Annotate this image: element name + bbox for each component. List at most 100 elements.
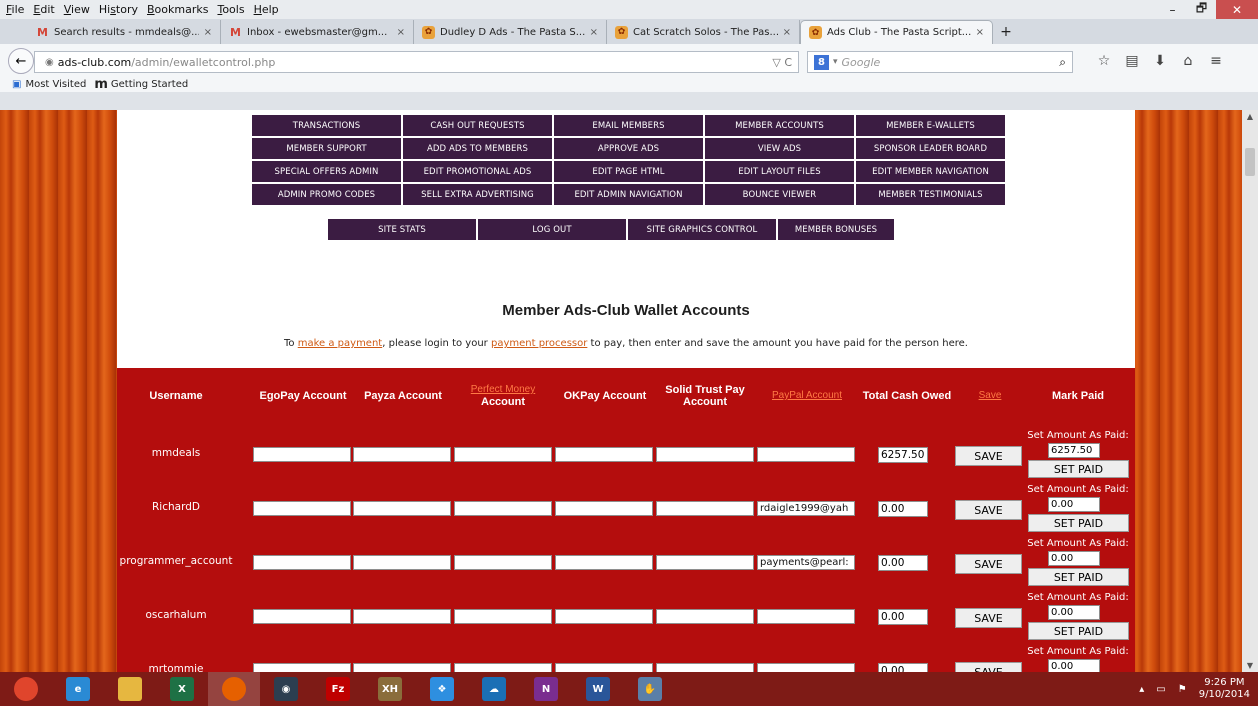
browser-tab[interactable]: ✿ Dudley D Ads - The Pasta S... × (414, 20, 607, 44)
perfectmoney-input[interactable] (454, 555, 552, 570)
menu-item[interactable]: Bookmarks (147, 3, 208, 16)
bookmark-getting-started[interactable]: m Getting Started (94, 77, 188, 92)
total-owed-input[interactable]: 0.00 (878, 501, 928, 517)
perfectmoney-input[interactable] (454, 663, 552, 672)
set-paid-button[interactable]: SET PAID (1028, 622, 1129, 640)
taskbar-app[interactable]: XH (364, 672, 416, 706)
bookmark-most-visited[interactable]: ▣ Most Visited (12, 79, 86, 90)
taskbar-app[interactable]: ◉ (260, 672, 312, 706)
solidtrust-input[interactable] (656, 447, 754, 462)
admin-menu-button[interactable]: MEMBER SUPPORT (252, 138, 401, 159)
save-button[interactable]: SAVE (955, 554, 1022, 574)
total-owed-input[interactable]: 6257.50 (878, 447, 928, 463)
search-icon[interactable]: ⌕ (1059, 55, 1066, 70)
browser-tab[interactable]: ✿ Cat Scratch Solos - The Pas... × (607, 20, 800, 44)
admin-menu-button[interactable]: ADD ADS TO MEMBERS (403, 138, 552, 159)
search-bar[interactable]: 8 ▾ Google ⌕ (807, 51, 1073, 73)
taskbar-app[interactable]: X (156, 672, 208, 706)
set-amount-input[interactable]: 0.00 (1048, 497, 1100, 512)
payza-input[interactable] (353, 663, 451, 672)
admin-menu-button[interactable]: CASH OUT REQUESTS (403, 115, 552, 136)
back-button[interactable]: ← (8, 48, 34, 74)
taskbar-app[interactable] (104, 672, 156, 706)
save-link[interactable]: Save (979, 390, 1002, 402)
set-paid-button[interactable]: SET PAID (1028, 460, 1129, 478)
admin-menu-button[interactable]: VIEW ADS (705, 138, 854, 159)
close-window-button[interactable]: ✕ (1216, 0, 1258, 19)
set-paid-button[interactable]: SET PAID (1028, 514, 1129, 532)
solidtrust-input[interactable] (656, 555, 754, 570)
tab-close-icon[interactable]: × (397, 27, 405, 38)
total-owed-input[interactable]: 0.00 (878, 555, 928, 571)
tray-overflow-icon[interactable]: ▴ (1139, 684, 1144, 695)
egopay-input[interactable] (253, 447, 351, 462)
set-amount-input[interactable]: 6257.50 (1048, 443, 1100, 458)
taskbar-app[interactable] (0, 672, 52, 706)
admin-menu-button[interactable]: SPONSOR LEADER BOARD (856, 138, 1005, 159)
payment-processor-link[interactable]: payment processor (491, 338, 587, 349)
menu-item[interactable]: History (99, 3, 138, 16)
paypal-link[interactable]: PayPal Account (772, 390, 842, 402)
admin-menu-button[interactable]: EDIT ADMIN NAVIGATION (554, 184, 703, 205)
scroll-up-icon[interactable]: ▲ (1242, 112, 1258, 121)
search-engine-dropdown-icon[interactable]: ▾ (833, 57, 838, 67)
downloads-icon[interactable]: ⬇ (1146, 53, 1174, 69)
paypal-input[interactable] (757, 609, 855, 624)
network-icon[interactable]: ▭ (1156, 684, 1165, 695)
paypal-input[interactable]: rdaigle1999@yah (757, 501, 855, 516)
menu-item[interactable]: Help (254, 3, 279, 16)
solidtrust-input[interactable] (656, 609, 754, 624)
admin-menu-button[interactable]: EDIT LAYOUT FILES (705, 161, 854, 182)
admin-menu-button[interactable]: EDIT PROMOTIONAL ADS (403, 161, 552, 182)
menu-icon[interactable]: ≡ (1202, 53, 1230, 69)
admin-menu-button[interactable]: MEMBER ACCOUNTS (705, 115, 854, 136)
egopay-input[interactable] (253, 609, 351, 624)
tab-close-icon[interactable]: × (976, 27, 984, 38)
vertical-scrollbar[interactable]: ▲ ▼ (1242, 110, 1258, 672)
new-tab-button[interactable]: + (993, 20, 1019, 44)
reload-icon[interactable]: ▽ C (772, 56, 792, 69)
perfectmoney-input[interactable] (454, 609, 552, 624)
save-button[interactable]: SAVE (955, 608, 1022, 628)
perfectmoney-input[interactable] (454, 501, 552, 516)
menu-item[interactable]: File (6, 3, 24, 16)
payza-input[interactable] (353, 501, 451, 516)
save-button[interactable]: SAVE (955, 446, 1022, 466)
admin-menu-button[interactable]: SITE STATS (328, 219, 476, 240)
taskbar-app[interactable]: Fz (312, 672, 364, 706)
admin-menu-button[interactable]: MEMBER BONUSES (778, 219, 894, 240)
admin-menu-button[interactable]: MEMBER TESTIMONIALS (856, 184, 1005, 205)
egopay-input[interactable] (253, 663, 351, 672)
admin-menu-button[interactable]: BOUNCE VIEWER (705, 184, 854, 205)
admin-menu-button[interactable]: SPECIAL OFFERS ADMIN (252, 161, 401, 182)
admin-menu-button[interactable]: MEMBER E-WALLETS (856, 115, 1005, 136)
menu-item[interactable]: Tools (217, 3, 244, 16)
perfect-money-link[interactable]: Perfect Money (471, 384, 535, 396)
set-amount-input[interactable]: 0.00 (1048, 659, 1100, 672)
browser-tab[interactable]: M Search results - mmdeals@... × (28, 20, 221, 44)
flag-icon[interactable]: ⚑ (1178, 684, 1187, 695)
make-payment-link[interactable]: make a payment (298, 338, 383, 349)
tab-close-icon[interactable]: × (783, 27, 791, 38)
total-owed-input[interactable]: 0.00 (878, 609, 928, 625)
home-icon[interactable]: ⌂ (1174, 53, 1202, 69)
set-amount-input[interactable]: 0.00 (1048, 551, 1100, 566)
total-owed-input[interactable]: 0.00 (878, 663, 928, 672)
perfectmoney-input[interactable] (454, 447, 552, 462)
taskbar-app[interactable]: ☁ (468, 672, 520, 706)
menu-item[interactable]: Edit (33, 3, 54, 16)
admin-menu-button[interactable]: SELL EXTRA ADVERTISING (403, 184, 552, 205)
admin-menu-button[interactable]: APPROVE ADS (554, 138, 703, 159)
admin-menu-button[interactable]: LOG OUT (478, 219, 626, 240)
reading-list-icon[interactable]: ▤ (1118, 53, 1146, 69)
taskbar-app[interactable]: ✋ (624, 672, 676, 706)
solidtrust-input[interactable] (656, 501, 754, 516)
solidtrust-input[interactable] (656, 663, 754, 672)
admin-menu-button[interactable]: EMAIL MEMBERS (554, 115, 703, 136)
payza-input[interactable] (353, 609, 451, 624)
set-paid-button[interactable]: SET PAID (1028, 568, 1129, 586)
bookmark-star-icon[interactable]: ☆ (1090, 53, 1118, 69)
restore-button[interactable]: 🗗 (1187, 0, 1216, 19)
search-engine-icon[interactable]: 8 (814, 54, 829, 70)
admin-menu-button[interactable]: TRANSACTIONS (252, 115, 401, 136)
